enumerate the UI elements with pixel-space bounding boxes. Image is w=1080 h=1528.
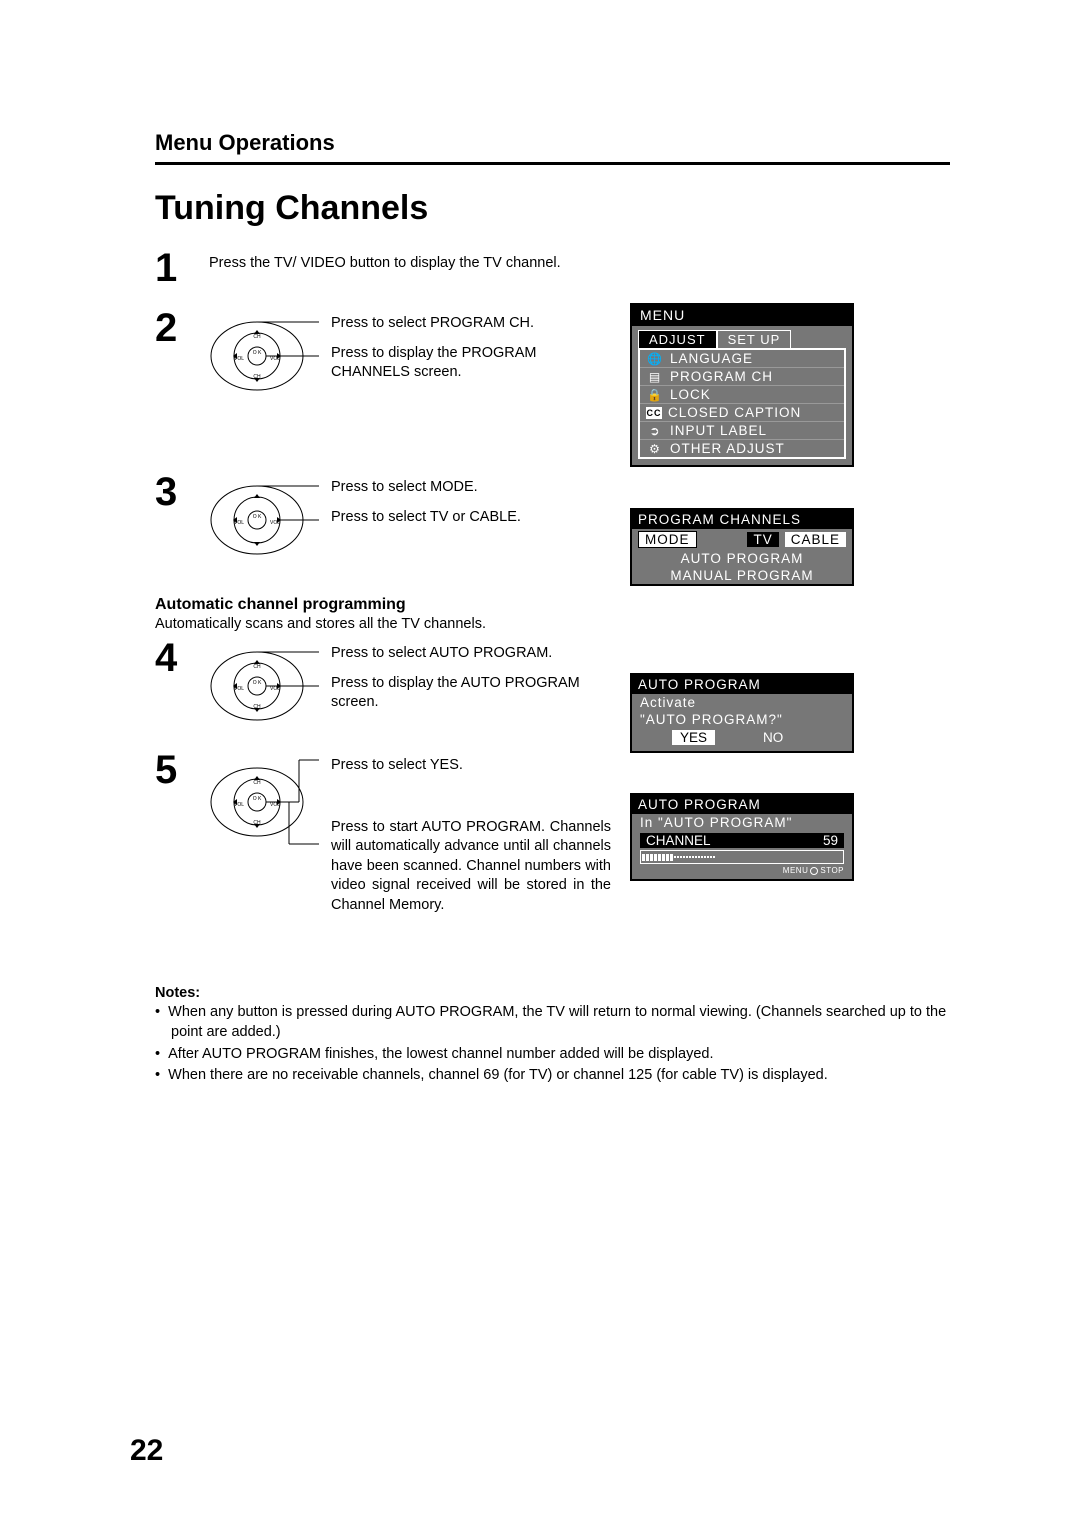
tv-icon: ▤ [646, 370, 664, 384]
channel-row: CHANNEL 59 [640, 833, 844, 848]
svg-text:CH: CH [253, 334, 261, 340]
step-number: 3 [155, 472, 191, 512]
channel-number: 59 [823, 833, 838, 848]
mode-tv-option[interactable]: TV [747, 532, 778, 547]
osd-title: AUTO PROGRAM [632, 795, 852, 814]
osd-item-other-adjust[interactable]: ⚙ OTHER ADJUST [640, 440, 844, 457]
step-text-line1: Press to select MODE. [331, 478, 521, 498]
menu-hint-label: MENU [783, 866, 809, 875]
step-text-line1: Press to select PROGRAM CH. [331, 314, 561, 334]
osd-item-label: LOCK [670, 387, 711, 402]
osd-item-label: INPUT LABEL [670, 423, 767, 438]
osd-item-label: OTHER ADJUST [670, 441, 785, 456]
channel-label: CHANNEL [646, 833, 711, 848]
step-text-line1: Press to select YES. [331, 756, 611, 776]
cc-icon: CC [646, 407, 662, 419]
osd-auto-program-progress: AUTO PROGRAM In "AUTO PROGRAM" CHANNEL 5… [630, 793, 854, 881]
osd-tab-adjust[interactable]: ADJUST [638, 330, 717, 348]
step-number: 2 [155, 308, 191, 348]
osd-title: PROGRAM CHANNELS [632, 510, 852, 529]
notes-heading: Notes: [155, 985, 950, 1001]
osd-status-line: In "AUTO PROGRAM" [632, 814, 852, 831]
remote-dpad-diagram: O K VOL VOL [209, 474, 319, 566]
stop-hint-label: STOP [820, 866, 844, 875]
osd-item-label: CLOSED CAPTION [668, 405, 801, 420]
svg-text:O K: O K [253, 796, 262, 802]
step-text-line1: Press to select AUTO PROGRAM. [331, 644, 591, 664]
osd-program-channels: PROGRAM CHANNELS MODE TV CABLE AUTO PROG… [630, 508, 854, 586]
step-number: 1 [155, 248, 191, 288]
progress-bar [640, 850, 844, 864]
mode-cable-option[interactable]: CABLE [785, 532, 846, 547]
mode-label: MODE [638, 531, 697, 548]
osd-menu-title: MENU [632, 305, 852, 326]
osd-item-lock[interactable]: 🔒 LOCK [640, 386, 844, 404]
step-text: Press the TV/ VIDEO button to display th… [209, 255, 561, 271]
svg-text:O K: O K [253, 514, 262, 520]
step-1: 1 Press the TV/ VIDEO button to display … [155, 248, 950, 288]
page-number: 22 [130, 1434, 163, 1468]
osd-line-activate: Activate [632, 694, 852, 711]
osd-menu: MENU ADJUST SET UP 🌐 LANGUAGE ▤ PROGRAM CH… [630, 303, 854, 467]
input-icon: ➲ [646, 424, 664, 438]
note-item: When any button is pressed during AUTO P… [155, 1003, 950, 1042]
osd-footer: MENU STOP [632, 866, 852, 879]
osd-item-label: LANGUAGE [670, 351, 753, 366]
note-item: When there are no receivable channels, c… [155, 1066, 950, 1086]
osd-item-input-label[interactable]: ➲ INPUT LABEL [640, 422, 844, 440]
osd-item-language[interactable]: 🌐 LANGUAGE [640, 350, 844, 368]
svg-text:O K: O K [253, 680, 262, 686]
svg-text:CH: CH [253, 664, 261, 670]
remote-dpad-diagram: O K CH CH VOL VOL [209, 310, 319, 402]
step-text-line2: Press to start AUTO PROGRAM. Channels wi… [331, 818, 611, 916]
step-number: 5 [155, 750, 191, 790]
note-item: After AUTO PROGRAM finishes, the lowest … [155, 1045, 950, 1065]
svg-text:O K: O K [253, 350, 262, 356]
remote-dpad-diagram: O K CH CH VOL VOL [209, 640, 319, 732]
page-title: Tuning Channels [155, 189, 950, 228]
adjust-icon: ⚙ [646, 442, 664, 456]
lock-icon: 🔒 [646, 388, 664, 402]
osd-line-question: "AUTO PROGRAM?" [632, 711, 852, 728]
osd-item-closed-caption[interactable]: CC CLOSED CAPTION [640, 404, 844, 422]
auto-programming-subhead: Automatic channel programming [155, 596, 950, 614]
osd-auto-program-confirm: AUTO PROGRAM Activate "AUTO PROGRAM?" YE… [630, 673, 854, 753]
osd-tab-setup[interactable]: SET UP [717, 330, 792, 348]
step-text-line2: Press to display the AUTO PROGRAM screen… [331, 674, 591, 713]
yes-button[interactable]: YES [672, 730, 715, 745]
stop-circle-icon [810, 867, 818, 875]
globe-icon: 🌐 [646, 352, 664, 366]
header-rule [155, 162, 950, 165]
no-button[interactable]: NO [755, 730, 791, 745]
svg-text:CH: CH [253, 780, 261, 786]
osd-item-program-ch[interactable]: ▤ PROGRAM CH [640, 368, 844, 386]
step-text-line2: Press to select TV or CABLE. [331, 508, 521, 528]
step-number: 4 [155, 638, 191, 678]
osd-item-manual-program[interactable]: MANUAL PROGRAM [632, 567, 852, 584]
osd-title: AUTO PROGRAM [632, 675, 852, 694]
notes-list: When any button is pressed during AUTO P… [155, 1003, 950, 1085]
auto-programming-desc: Automatically scans and stores all the T… [155, 616, 950, 632]
section-header: Menu Operations [155, 130, 950, 156]
remote-dpad-diagram: O K CH CH VOL VOL [209, 752, 319, 852]
osd-item-label: PROGRAM CH [670, 369, 773, 384]
step-text-line2: Press to display the PROGRAM CHANNELS sc… [331, 344, 561, 383]
osd-item-auto-program[interactable]: AUTO PROGRAM [632, 550, 852, 567]
